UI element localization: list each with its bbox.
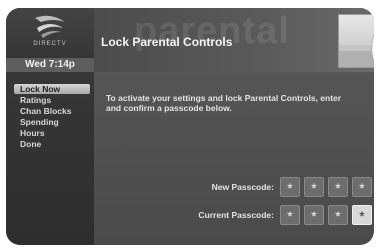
header: parental Lock Parental Controls (94, 8, 374, 72)
current-passcode-digit[interactable]: * (304, 205, 324, 225)
new-passcode-label: New Passcode: (211, 182, 274, 192)
brand-logo: DIRECTV (6, 8, 94, 58)
header-photo (338, 14, 374, 68)
menu-item-hours[interactable]: Hours (14, 128, 94, 138)
menu-item-chan-blocks[interactable]: Chan Blocks (14, 106, 94, 116)
current-passcode-row: Current Passcode: * * * * (156, 205, 374, 227)
menu-item-done[interactable]: Done (14, 139, 94, 149)
menu-item-spending[interactable]: Spending (14, 117, 94, 127)
current-passcode-digit-active[interactable]: * (352, 205, 372, 225)
instructions-text: To activate your settings and lock Paren… (106, 93, 342, 113)
new-passcode-digit[interactable]: * (304, 177, 324, 197)
tv-screen: DIRECTV Wed 7:14p Lock Now Ratings Chan … (6, 8, 374, 245)
new-passcode-digit[interactable]: * (280, 177, 300, 197)
current-passcode-digit[interactable]: * (328, 205, 348, 225)
new-passcode-row: New Passcode: * * * * (156, 177, 374, 199)
current-passcode-digit[interactable]: * (280, 205, 300, 225)
menu-item-ratings[interactable]: Ratings (14, 95, 94, 105)
sidebar: DIRECTV Wed 7:14p Lock Now Ratings Chan … (6, 8, 94, 245)
directv-cyclone-icon (35, 15, 65, 38)
page-title: Lock Parental Controls (101, 35, 233, 49)
surfer-image-icon (339, 33, 374, 67)
date-time: Wed 7:14p (6, 58, 94, 72)
new-passcode-digit[interactable]: * (352, 177, 372, 197)
menu: Lock Now Ratings Chan Blocks Spending Ho… (14, 84, 94, 150)
logo-text: DIRECTV (33, 41, 67, 47)
menu-item-lock-now[interactable]: Lock Now (14, 84, 90, 94)
new-passcode-digit[interactable]: * (328, 177, 348, 197)
current-passcode-label: Current Passcode: (198, 210, 274, 220)
